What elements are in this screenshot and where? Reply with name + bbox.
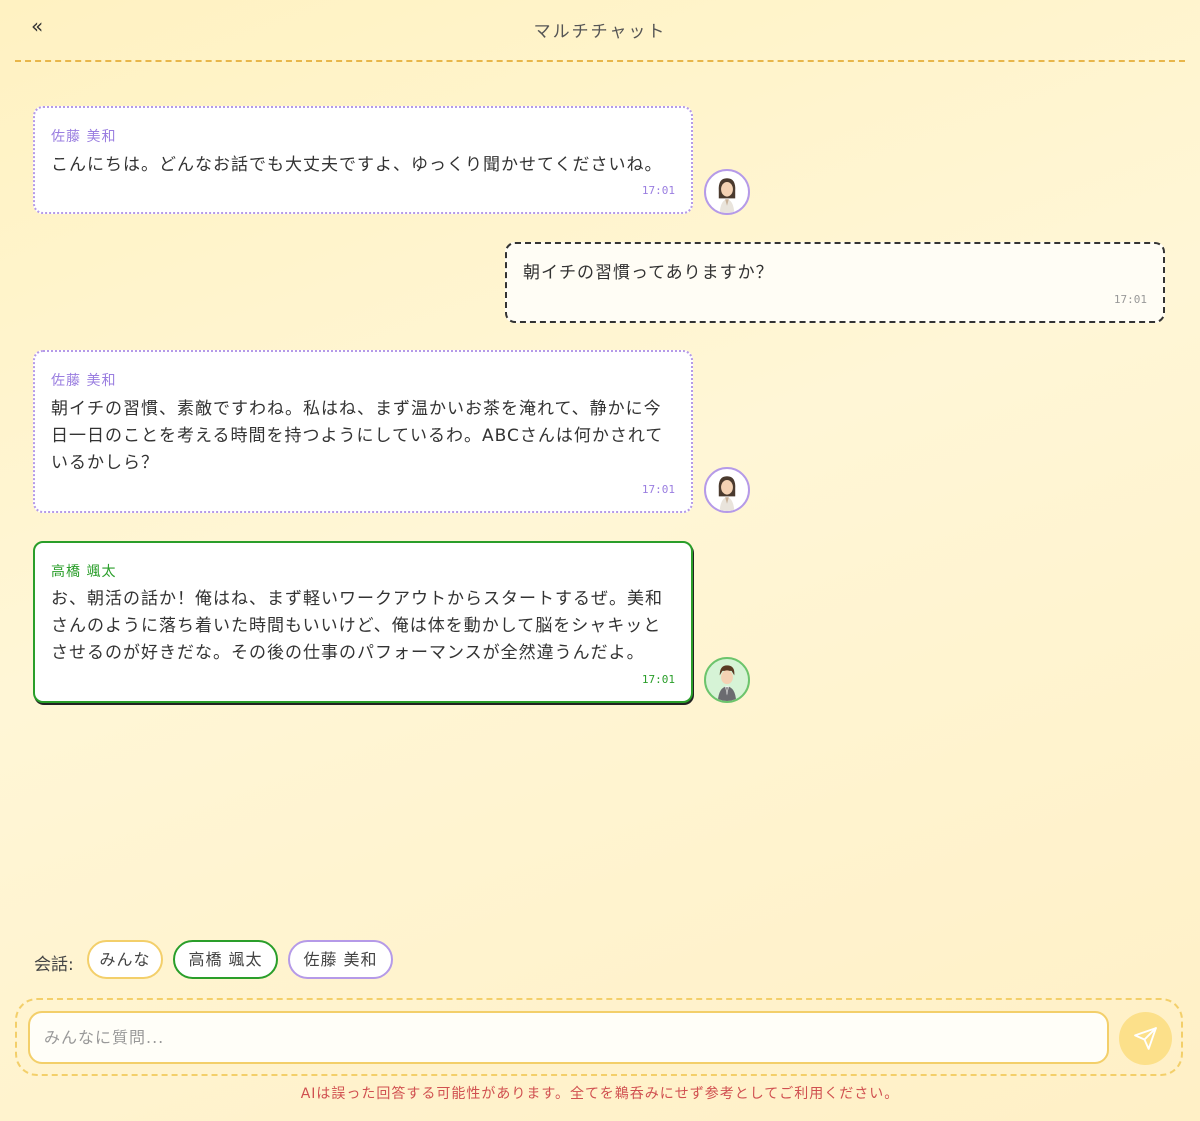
sender-name: 高橋 颯太: [51, 564, 117, 580]
message-text: 朝イチの習慣、素敵ですわね。私はね、まず温かいお茶を淹れて、静かに今日一日のこと…: [51, 399, 664, 473]
chip-takahashi[interactable]: 高橋 颯太: [173, 940, 278, 979]
chat-header: « マルチチャット: [15, 0, 1185, 62]
conversation-label: 会話:: [34, 955, 74, 975]
disclaimer-text: AIは誤った回答する可能性があります。全てを鵜呑みにせず参考としてご利用ください…: [300, 1086, 900, 1102]
man-avatar-icon: [717, 665, 737, 701]
message-text: お、朝活の話か！俺はね、まず軽いワークアウトからスタートするぜ。美和さんのように…: [51, 589, 663, 663]
input-area: [15, 998, 1183, 1076]
message-bubble-user: 朝イチの習慣ってありますか？ 17:01: [505, 242, 1165, 323]
sender-name: 佐藤 美和: [51, 129, 117, 145]
message-text: 朝イチの習慣ってありますか？: [523, 263, 774, 283]
sender-name: 佐藤 美和: [51, 373, 117, 389]
message-bubble-sato: 佐藤 美和 こんにちは。どんなお話でも大丈夫ですよ、ゆっくり聞かせてくださいね。…: [33, 106, 693, 214]
woman-avatar-icon: [718, 476, 736, 511]
question-input[interactable]: [28, 1011, 1109, 1064]
message-time: 17:01: [1113, 293, 1147, 306]
avatar-sato: [704, 169, 750, 215]
send-icon: [1134, 1027, 1157, 1050]
message-bubble-sato: 佐藤 美和 朝イチの習慣、素敵ですわね。私はね、まず温かいお茶を淹れて、静かに今…: [33, 350, 693, 513]
send-button[interactable]: [1119, 1012, 1172, 1065]
chip-sato[interactable]: 佐藤 美和: [288, 940, 393, 979]
message-text: こんにちは。どんなお話でも大丈夫ですよ、ゆっくり聞かせてくださいね。: [51, 155, 663, 175]
message-time: 17:01: [641, 184, 675, 197]
message-time: 17:01: [641, 673, 675, 686]
avatar-takahashi: [704, 657, 750, 703]
page-title: マルチチャット: [533, 22, 667, 42]
message-bubble-takahashi: 高橋 颯太 お、朝活の話か！俺はね、まず軽いワークアウトからスタートするぜ。美和…: [33, 541, 693, 703]
chip-everyone[interactable]: みんな: [87, 940, 163, 979]
woman-avatar-icon: [718, 178, 736, 213]
avatar-sato: [704, 467, 750, 513]
message-time: 17:01: [641, 483, 675, 496]
